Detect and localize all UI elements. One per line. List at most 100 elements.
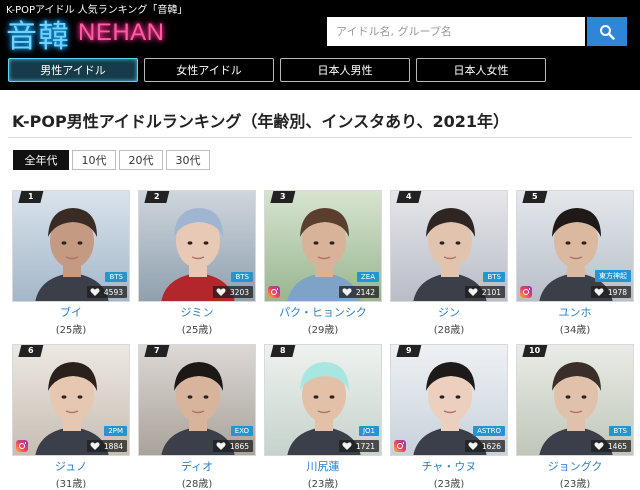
page-title: K-POP男性アイドルランキング（年齢別、インスタあり、2021年） bbox=[12, 112, 509, 131]
rank-number: 3 bbox=[280, 192, 286, 201]
group-badge: BTS bbox=[105, 272, 127, 282]
filter-30s[interactable]: 30代 bbox=[166, 150, 210, 170]
idol-card[interactable]: 4 BTS 2101 ジン (28歳) bbox=[390, 190, 508, 336]
heart-icon bbox=[216, 288, 226, 296]
likes-badge: 1978 bbox=[590, 286, 631, 298]
group-badge: ASTRO bbox=[473, 426, 505, 436]
idol-name-link[interactable]: ユンホ bbox=[516, 304, 634, 320]
likes-badge: 1865 bbox=[212, 440, 253, 452]
likes-badge: 2142 bbox=[338, 286, 379, 298]
rank-number: 5 bbox=[532, 192, 538, 201]
rank-number: 4 bbox=[406, 192, 412, 201]
likes-count: 1884 bbox=[103, 441, 123, 451]
nav-tab-japanese-female[interactable]: 日本人女性 bbox=[416, 58, 546, 82]
idol-photo[interactable]: 10 BTS 1465 bbox=[516, 344, 634, 456]
title-divider bbox=[8, 137, 632, 138]
rank-number: 10 bbox=[529, 346, 541, 355]
likes-count: 1721 bbox=[355, 441, 375, 451]
rank-badge: 6 bbox=[18, 345, 44, 357]
group-badge: BTS bbox=[483, 272, 505, 282]
logo-kanji: 音韓 bbox=[6, 18, 70, 55]
idol-photo[interactable]: 9 ASTRO 1626 bbox=[390, 344, 508, 456]
idol-name-link[interactable]: ジュノ bbox=[12, 458, 130, 474]
idol-age: (23歳) bbox=[307, 479, 339, 490]
heart-icon bbox=[468, 442, 478, 450]
idol-card[interactable]: 3 ZEA 2142 パク・ヒョンシク (29歳) bbox=[264, 190, 382, 336]
likes-count: 1465 bbox=[607, 441, 627, 451]
idol-name-link[interactable]: パク・ヒョンシク bbox=[264, 304, 382, 320]
likes-count: 2101 bbox=[481, 287, 501, 297]
instagram-icon[interactable] bbox=[394, 440, 406, 452]
idol-age: (28歳) bbox=[181, 479, 213, 490]
idol-photo[interactable]: 6 2PM 1884 bbox=[12, 344, 130, 456]
idol-photo[interactable]: 8 JO1 1721 bbox=[264, 344, 382, 456]
site-header: K-POPアイドル 人気ランキング「音韓」 音韓 NEHAN 男性アイドル 女性… bbox=[0, 0, 640, 90]
group-badge: BTS bbox=[231, 272, 253, 282]
likes-badge: 1884 bbox=[86, 440, 127, 452]
idol-photo[interactable]: 5 東方神起 1978 bbox=[516, 190, 634, 302]
idol-card[interactable]: 2 BTS 3203 ジミン (25歳) bbox=[138, 190, 256, 336]
idol-card[interactable]: 8 JO1 1721 川尻蓮 (23歳) bbox=[264, 344, 382, 490]
search-button[interactable] bbox=[587, 17, 627, 46]
rank-number: 7 bbox=[154, 346, 160, 355]
instagram-icon[interactable] bbox=[268, 286, 280, 298]
idol-card[interactable]: 6 2PM 1884 ジュノ (31歳) bbox=[12, 344, 130, 490]
idol-card[interactable]: 7 EXO 1865 ディオ (28歳) bbox=[138, 344, 256, 490]
idol-photo[interactable]: 2 BTS 3203 bbox=[138, 190, 256, 302]
idol-card[interactable]: 9 ASTRO 1626 チャ・ウヌ (23歳) bbox=[390, 344, 508, 490]
likes-count: 3203 bbox=[229, 287, 249, 297]
idol-name-link[interactable]: チャ・ウヌ bbox=[390, 458, 508, 474]
likes-badge: 1626 bbox=[464, 440, 505, 452]
rank-number: 2 bbox=[154, 192, 160, 201]
rank-badge: 5 bbox=[522, 191, 548, 203]
idol-name-link[interactable]: ジョングク bbox=[516, 458, 634, 474]
idol-card[interactable]: 10 BTS 1465 ジョングク (23歳) bbox=[516, 344, 634, 490]
filter-10s[interactable]: 10代 bbox=[72, 150, 116, 170]
likes-badge: 2101 bbox=[464, 286, 505, 298]
likes-badge: 3203 bbox=[212, 286, 253, 298]
idol-age: (23歳) bbox=[433, 479, 465, 490]
idol-photo[interactable]: 4 BTS 2101 bbox=[390, 190, 508, 302]
idol-photo[interactable]: 3 ZEA 2142 bbox=[264, 190, 382, 302]
idol-name-link[interactable]: 川尻蓮 bbox=[264, 458, 382, 474]
idol-name-link[interactable]: ブイ bbox=[12, 304, 130, 320]
rank-badge: 9 bbox=[396, 345, 422, 357]
group-badge: ZEA bbox=[356, 272, 379, 282]
idol-photo[interactable]: 1 BTS 4593 bbox=[12, 190, 130, 302]
search-input[interactable] bbox=[327, 17, 585, 46]
heart-icon bbox=[594, 442, 604, 450]
idol-age: (23歳) bbox=[559, 479, 591, 490]
likes-count: 1865 bbox=[229, 441, 249, 451]
idol-age: (25歳) bbox=[55, 325, 87, 336]
filter-all-ages[interactable]: 全年代 bbox=[13, 150, 69, 170]
idol-name-link[interactable]: ジン bbox=[390, 304, 508, 320]
site-logo[interactable]: 音韓 NEHAN bbox=[6, 13, 165, 55]
idol-name-link[interactable]: ディオ bbox=[138, 458, 256, 474]
category-nav: 男性アイドル 女性アイドル 日本人男性 日本人女性 bbox=[8, 58, 552, 82]
rank-number: 1 bbox=[28, 192, 34, 201]
heart-icon bbox=[216, 442, 226, 450]
search-bar bbox=[327, 17, 627, 46]
likes-badge: 1721 bbox=[338, 440, 379, 452]
filter-20s[interactable]: 20代 bbox=[119, 150, 163, 170]
idol-age: (25歳) bbox=[181, 325, 213, 336]
idol-card[interactable]: 5 東方神起 1978 ユンホ (34歳) bbox=[516, 190, 634, 336]
rank-badge: 8 bbox=[270, 345, 296, 357]
idol-age: (31歳) bbox=[55, 479, 87, 490]
nav-tab-male-idol[interactable]: 男性アイドル bbox=[8, 58, 138, 82]
instagram-icon[interactable] bbox=[16, 440, 28, 452]
instagram-icon[interactable] bbox=[520, 286, 532, 298]
nav-tab-japanese-male[interactable]: 日本人男性 bbox=[280, 58, 410, 82]
rank-badge: 1 bbox=[18, 191, 44, 203]
nav-tab-female-idol[interactable]: 女性アイドル bbox=[144, 58, 274, 82]
heart-icon bbox=[468, 288, 478, 296]
likes-count: 1626 bbox=[481, 441, 501, 451]
heart-icon bbox=[342, 288, 352, 296]
idol-card[interactable]: 1 BTS 4593 ブイ (25歳) bbox=[12, 190, 130, 336]
idol-photo[interactable]: 7 EXO 1865 bbox=[138, 344, 256, 456]
group-badge: BTS bbox=[609, 426, 631, 436]
idol-name-link[interactable]: ジミン bbox=[138, 304, 256, 320]
rank-number: 6 bbox=[28, 346, 34, 355]
heart-icon bbox=[90, 442, 100, 450]
rank-badge: 3 bbox=[270, 191, 296, 203]
